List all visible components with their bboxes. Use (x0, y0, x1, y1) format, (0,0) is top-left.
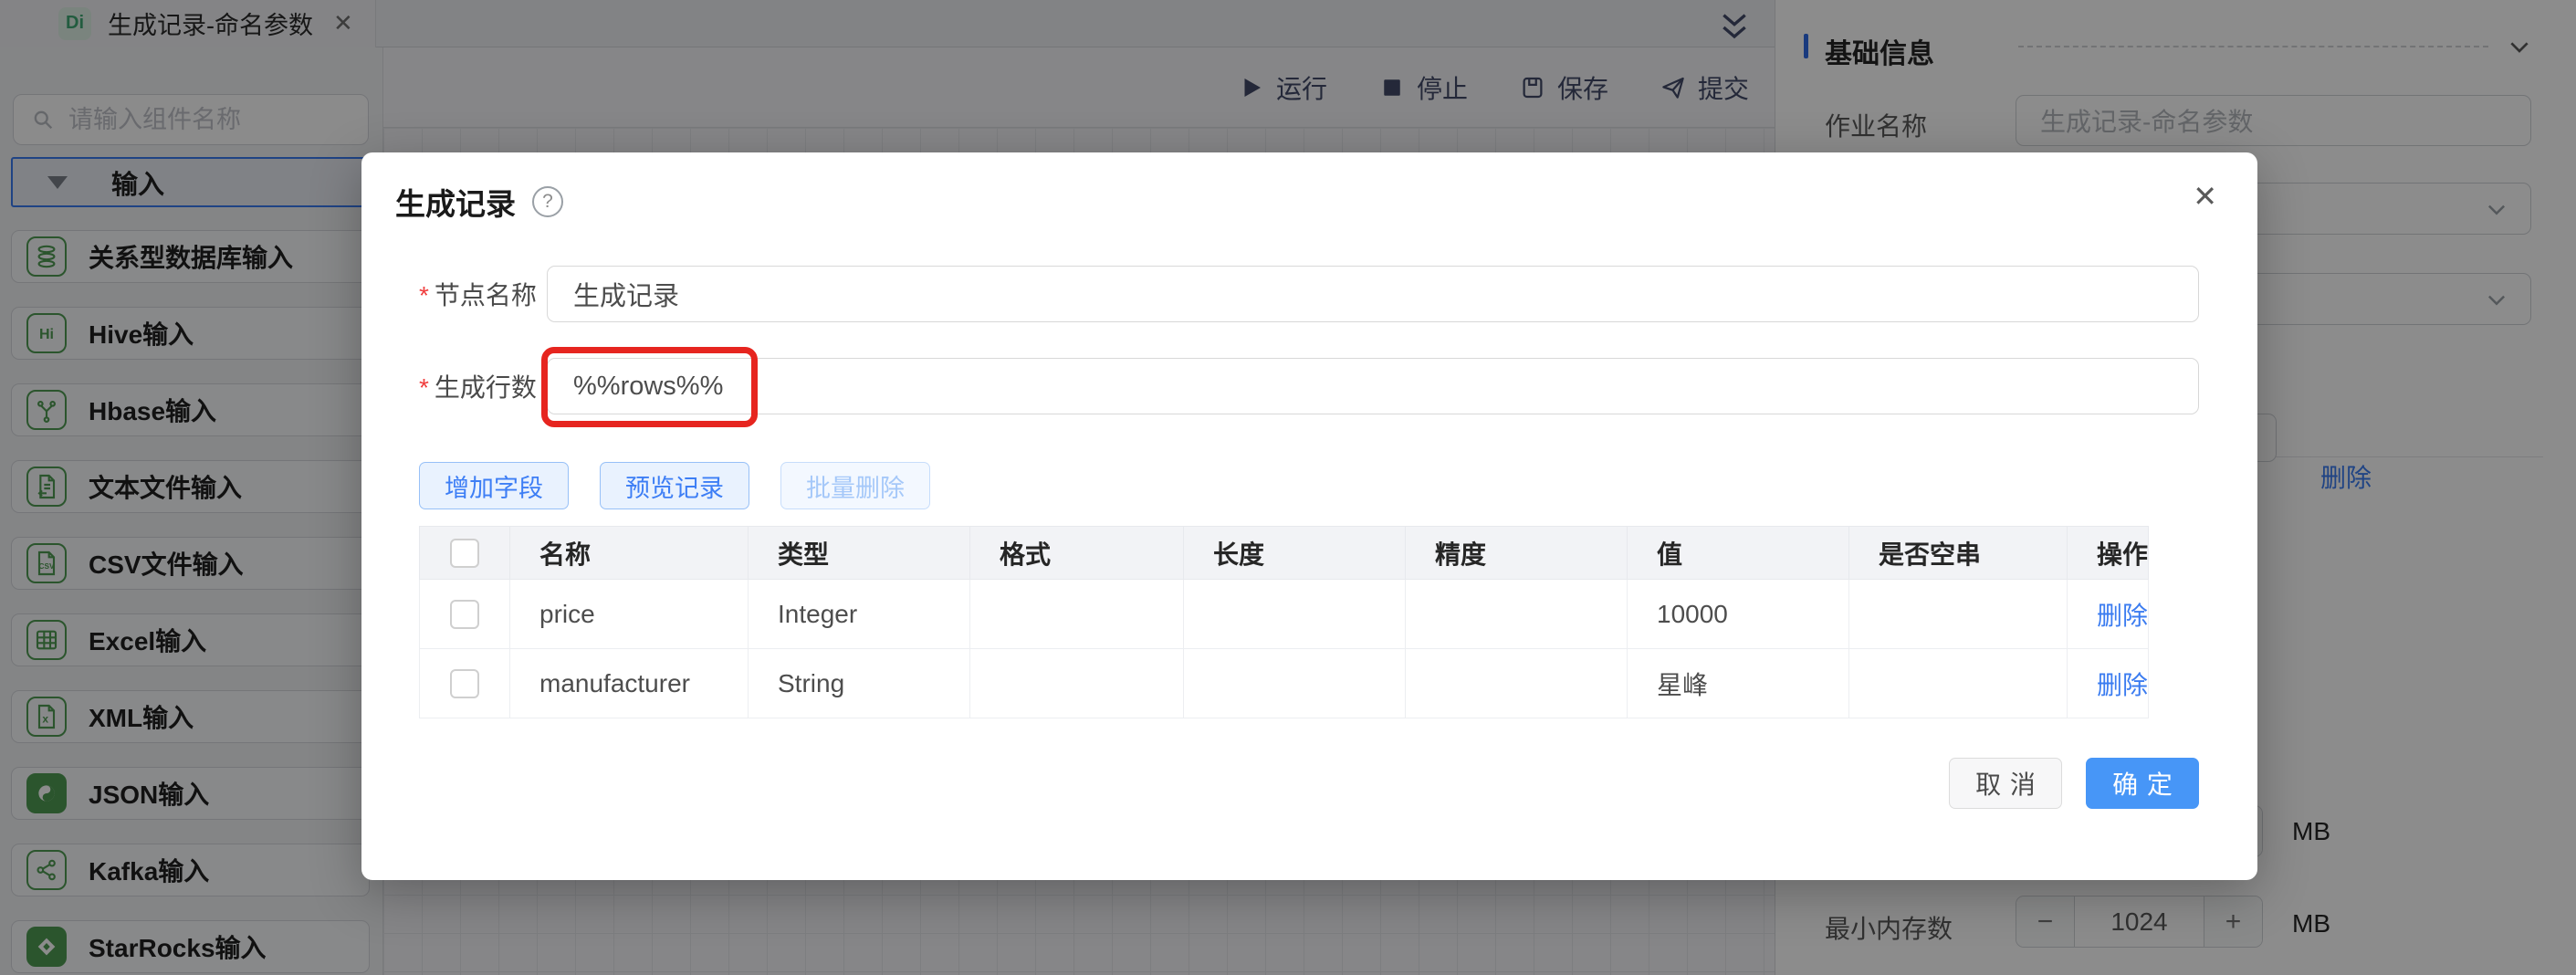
cell-name: manufacturer (510, 649, 749, 718)
row-count-label: *生成行数 (419, 368, 547, 404)
cell-precision (1406, 580, 1628, 649)
select-all-checkbox[interactable] (450, 539, 479, 568)
cell-name: price (510, 580, 749, 649)
cell-format (970, 580, 1184, 649)
preview-records-button[interactable]: 预览记录 (600, 462, 749, 509)
cell-length (1184, 649, 1406, 718)
node-name-label: *节点名称 (419, 276, 547, 312)
col-precision: 精度 (1406, 527, 1628, 580)
cell-value: 10000 (1628, 580, 1849, 649)
cell-value: 星峰 (1628, 649, 1849, 718)
cell-is-empty-string (1849, 649, 2068, 718)
confirm-button[interactable]: 确定 (2086, 758, 2199, 809)
col-name: 名称 (510, 527, 749, 580)
cell-length (1184, 580, 1406, 649)
row-checkbox[interactable] (450, 669, 479, 698)
col-type: 类型 (749, 527, 970, 580)
col-format: 格式 (970, 527, 1184, 580)
fields-table: 名称 类型 格式 长度 精度 值 是否空串 操作 price Integer 1… (419, 526, 2149, 718)
row-delete-link[interactable]: 删除 (2097, 671, 2148, 699)
help-icon[interactable]: ? (532, 186, 563, 217)
table-row: manufacturer String 星峰 删除 (420, 649, 2149, 718)
cell-type: Integer (749, 580, 970, 649)
cancel-button[interactable]: 取消 (1949, 758, 2062, 809)
dialog-title: 生成记录 (395, 180, 516, 224)
col-value: 值 (1628, 527, 1849, 580)
cell-format (970, 649, 1184, 718)
row-delete-link[interactable]: 删除 (2097, 602, 2148, 630)
cell-precision (1406, 649, 1628, 718)
col-is-empty-string: 是否空串 (1849, 527, 2068, 580)
col-length: 长度 (1184, 527, 1406, 580)
cell-type: String (749, 649, 970, 718)
col-actions: 操作 (2068, 527, 2149, 580)
generate-record-dialog: 生成记录 ? ✕ *节点名称 *生成行数 增加字段 预览记录 批量删除 (361, 152, 2257, 880)
required-asterisk: * (419, 281, 429, 309)
row-count-input[interactable] (547, 358, 2199, 414)
row-checkbox[interactable] (450, 600, 479, 629)
node-name-input[interactable] (547, 266, 2199, 322)
app-window: Di 生成记录-命名参数 ✕ 输入 关系型数据库输入 Hi Hive输入 (0, 0, 2576, 975)
dialog-close-icon[interactable]: ✕ (2193, 182, 2217, 211)
cell-is-empty-string (1849, 580, 2068, 649)
add-field-button[interactable]: 增加字段 (419, 462, 569, 509)
batch-delete-button[interactable]: 批量删除 (780, 462, 930, 509)
table-header-row: 名称 类型 格式 长度 精度 值 是否空串 操作 (420, 527, 2149, 580)
required-asterisk: * (419, 373, 429, 402)
table-row: price Integer 10000 删除 (420, 580, 2149, 649)
